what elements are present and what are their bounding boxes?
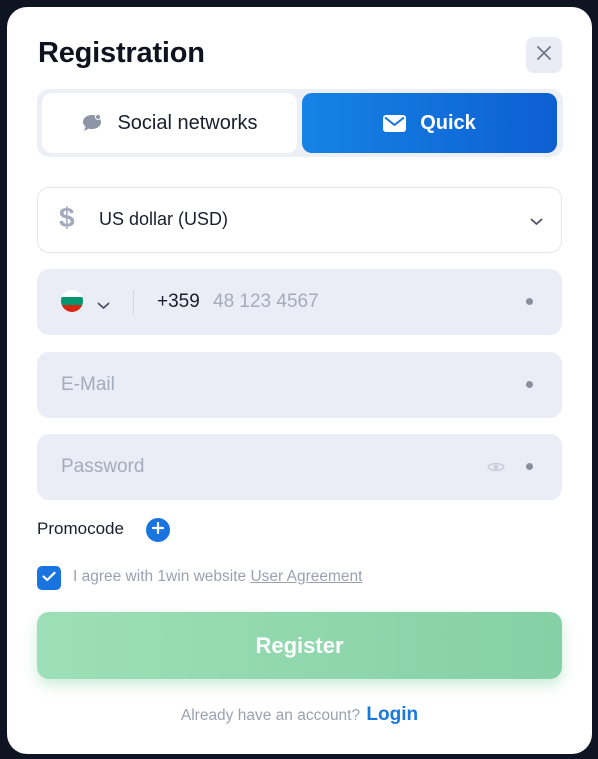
mail-icon (383, 114, 407, 132)
check-icon (42, 569, 56, 587)
password-field[interactable]: Password (37, 434, 562, 500)
tab-social-label: Social networks (117, 111, 258, 134)
country-chevron-down-icon[interactable] (97, 297, 110, 315)
user-agreement-link[interactable]: User Agreement (250, 568, 362, 585)
chevron-down-icon (530, 213, 543, 231)
required-dot (526, 381, 533, 388)
modal-title: Registration (38, 37, 205, 69)
required-dot (526, 298, 533, 305)
phone-field[interactable]: +359 48 123 4567 (37, 269, 562, 335)
tab-quick[interactable]: Quick (302, 93, 557, 153)
register-button[interactable]: Register (37, 612, 562, 679)
agreement-text: I agree with 1win website User Agreement (73, 568, 362, 586)
agreement-checkbox[interactable] (37, 566, 61, 590)
currency-value: US dollar (USD) (99, 209, 229, 229)
registration-tabs: Social networks Quick (37, 89, 563, 157)
eye-icon[interactable] (487, 460, 505, 478)
promocode-add-button[interactable] (146, 518, 170, 542)
login-link[interactable]: Login (366, 704, 418, 725)
email-placeholder: E-Mail (61, 374, 115, 395)
close-button[interactable] (526, 37, 562, 73)
email-field[interactable]: E-Mail (37, 352, 562, 418)
flag-bg-icon[interactable] (61, 290, 83, 312)
phone-divider (133, 290, 134, 314)
tab-quick-label: Quick (420, 111, 476, 134)
login-prompt: Already have an account? Login (7, 704, 592, 726)
phone-placeholder[interactable]: 48 123 4567 (213, 291, 319, 313)
chat-icon (81, 113, 103, 133)
promocode-label[interactable]: Promocode (37, 519, 124, 539)
currency-select[interactable]: $ US dollar (USD) (37, 187, 562, 253)
dollar-icon: $ (59, 202, 75, 233)
plus-icon (151, 521, 165, 539)
required-dot (526, 463, 533, 470)
close-icon (537, 45, 551, 65)
tab-social-networks[interactable]: Social networks (42, 93, 297, 153)
agreement-prefix: I agree with 1win website (73, 568, 251, 585)
login-question: Already have an account? (180, 707, 361, 724)
phone-country-code: +359 (157, 291, 200, 312)
registration-modal: Registration Social networks Quick $ US … (7, 7, 592, 754)
password-placeholder: Password (61, 456, 145, 477)
